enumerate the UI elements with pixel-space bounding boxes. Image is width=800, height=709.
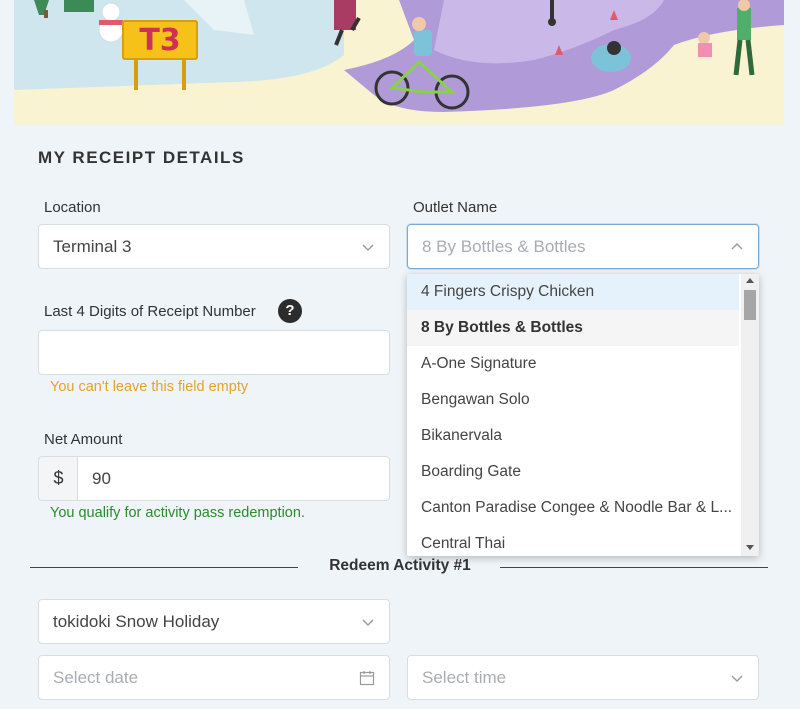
hero-banner: T3: [14, 0, 784, 125]
terminal-sign-text: T3: [139, 22, 181, 58]
date-picker-input[interactable]: Select date: [38, 655, 390, 700]
list-item[interactable]: A-One Signature: [407, 346, 739, 382]
activity-value: tokidoki Snow Holiday: [53, 611, 220, 631]
amount-success-message: You qualify for activity pass redemption…: [50, 505, 305, 521]
location-select[interactable]: Terminal 3: [38, 224, 390, 269]
date-placeholder: Select date: [53, 667, 139, 687]
terminal-sign: T3: [122, 20, 198, 60]
chevron-up-icon: [731, 242, 743, 249]
time-placeholder: Select time: [422, 667, 507, 687]
sign-post: [134, 60, 138, 90]
location-value: Terminal 3: [53, 236, 132, 256]
outlet-select[interactable]: 8 By Bottles & Bottles: [407, 224, 759, 269]
net-amount-value: 90: [92, 468, 111, 488]
question-icon[interactable]: ?: [278, 299, 302, 323]
redeem-heading: Redeem Activity #1: [329, 557, 471, 574]
dropdown-scrollbar[interactable]: [741, 274, 759, 556]
list-item[interactable]: Boarding Gate: [407, 454, 739, 490]
receipt-number-input[interactable]: [38, 330, 390, 375]
outlet-label: Outlet Name: [413, 199, 498, 216]
chevron-down-icon: [731, 675, 743, 682]
list-item[interactable]: Bikanervala: [407, 418, 739, 454]
time-select[interactable]: Select time: [407, 655, 759, 700]
banner-illustration: [14, 0, 784, 112]
calendar-icon: [359, 671, 375, 686]
receipt-label: Last 4 Digits of Receipt Number: [44, 303, 256, 320]
chevron-down-icon: [362, 619, 374, 626]
currency-prefix: $: [38, 456, 78, 501]
net-amount-label: Net Amount: [44, 431, 123, 448]
list-item[interactable]: 4 Fingers Crispy Chicken: [407, 274, 739, 310]
outlet-dropdown-list[interactable]: 4 Fingers Crispy Chicken 8 By Bottles & …: [407, 274, 759, 556]
list-item[interactable]: Central Thai: [407, 526, 739, 556]
list-item[interactable]: Canton Paradise Congee & Noodle Bar & L.…: [407, 490, 739, 526]
list-item[interactable]: 8 By Bottles & Bottles: [407, 310, 739, 346]
scrollbar-thumb[interactable]: [744, 290, 756, 320]
net-amount-input[interactable]: 90: [77, 456, 390, 501]
list-item[interactable]: Bengawan Solo: [407, 382, 739, 418]
scroll-up-icon[interactable]: [746, 278, 754, 283]
activity-select[interactable]: tokidoki Snow Holiday: [38, 599, 390, 644]
section-title: MY RECEIPT DETAILS: [38, 148, 245, 167]
chevron-down-icon: [362, 244, 374, 251]
scroll-down-icon[interactable]: [746, 545, 754, 550]
receipt-error-message: You can't leave this field empty: [50, 379, 249, 395]
location-label: Location: [44, 199, 101, 216]
outlet-value: 8 By Bottles & Bottles: [422, 236, 586, 256]
sign-post: [182, 60, 186, 90]
